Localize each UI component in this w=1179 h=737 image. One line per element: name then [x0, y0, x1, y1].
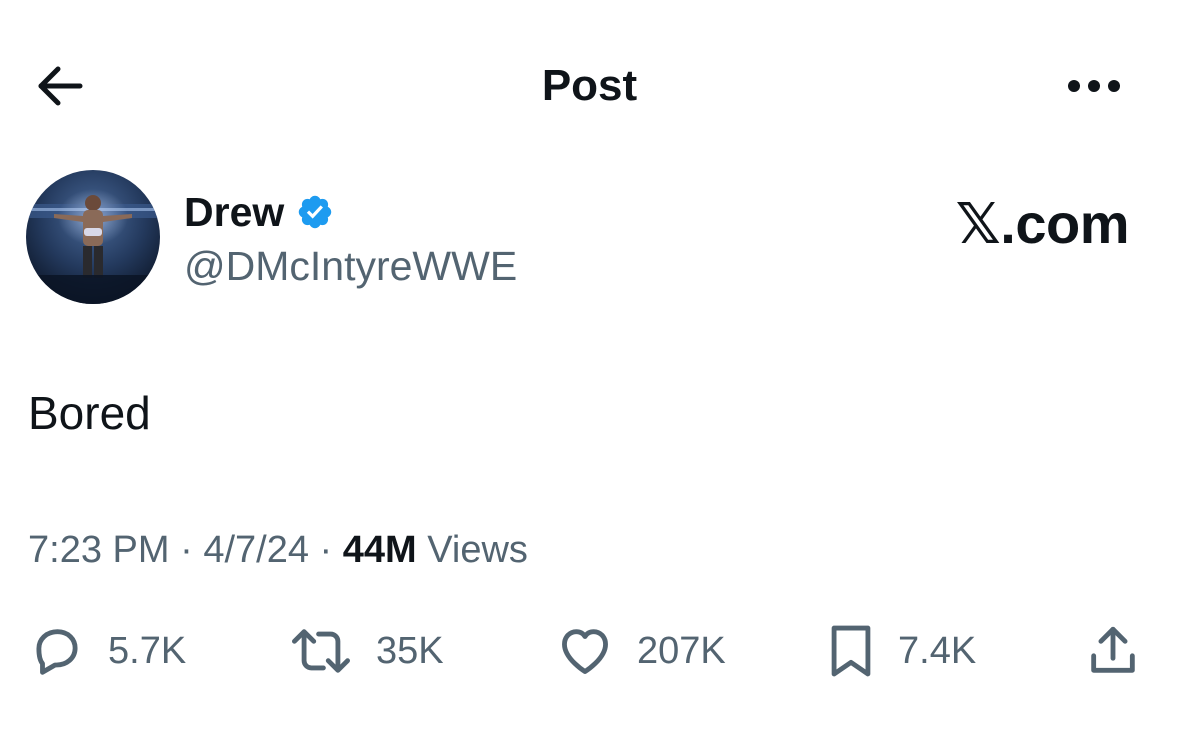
repost-button[interactable]: 35K — [288, 622, 444, 680]
views-count[interactable]: 44M — [343, 529, 417, 571]
meta-separator: · — [180, 529, 193, 571]
avatar[interactable] — [26, 170, 160, 304]
post-time[interactable]: 7:23 PM — [28, 529, 170, 571]
post-text: Bored — [28, 387, 151, 439]
like-count: 207K — [637, 630, 726, 672]
bookmark-button[interactable]: 7.4K — [826, 622, 976, 680]
reply-count: 5.7K — [108, 630, 187, 672]
author-display-name[interactable]: Drew — [184, 186, 284, 238]
like-button[interactable]: 207K — [555, 622, 726, 680]
views-label: Views — [427, 529, 528, 571]
post-meta: 7:23 PM · 4/7/24 · 44M Views — [28, 526, 528, 574]
repost-count: 35K — [376, 630, 444, 672]
author-handle[interactable]: @DMcIntyreWWE — [184, 240, 517, 292]
bookmark-count: 7.4K — [898, 630, 977, 672]
heart-icon — [555, 622, 615, 680]
meta-separator: · — [319, 529, 333, 571]
reply-button[interactable]: 5.7K — [28, 622, 186, 680]
more-horizontal-icon — [1064, 76, 1124, 96]
reply-icon — [28, 622, 86, 680]
post-page: Post Drew @DMcIntyreWWE 𝕏.com Bored 7:23… — [0, 0, 1179, 737]
share-button[interactable] — [1084, 622, 1142, 680]
repost-icon — [288, 622, 354, 680]
post-date[interactable]: 4/7/24 — [203, 529, 309, 571]
avatar-image — [26, 170, 160, 304]
more-options-button[interactable] — [1058, 62, 1130, 110]
bookmark-icon — [826, 622, 876, 680]
brand-watermark: 𝕏.com — [955, 192, 1130, 255]
page-title: Post — [541, 61, 638, 110]
verified-badge-icon[interactable] — [296, 193, 334, 231]
author-name-row: Drew — [184, 186, 334, 238]
share-icon — [1084, 622, 1142, 680]
